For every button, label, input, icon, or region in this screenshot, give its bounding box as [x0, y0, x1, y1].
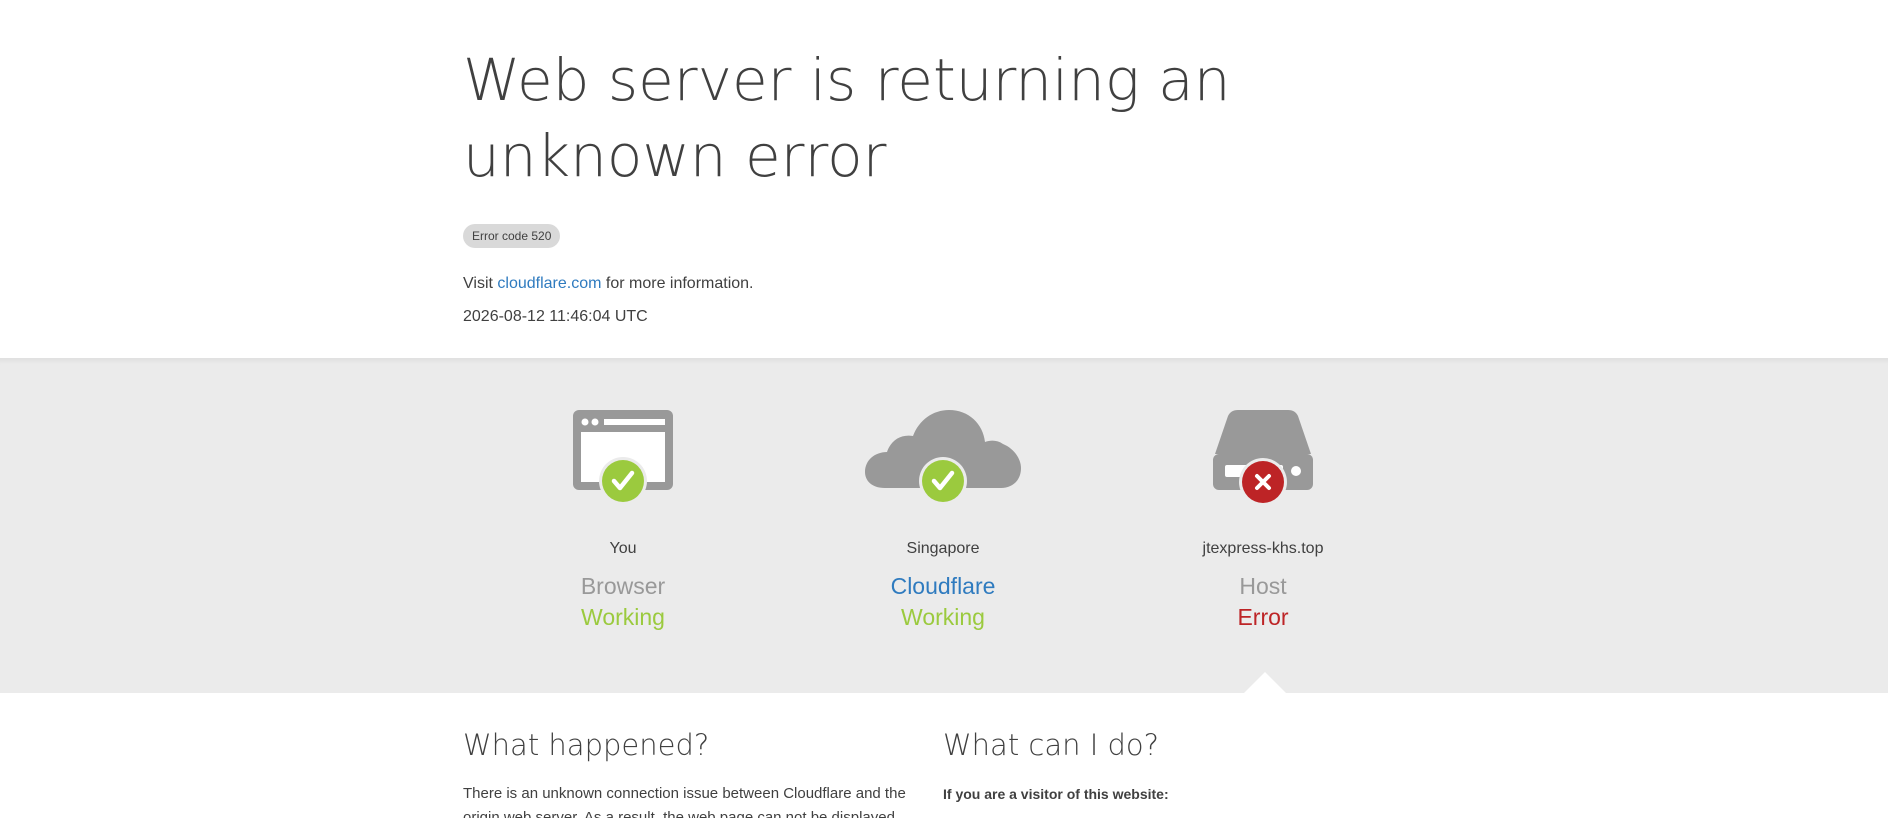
explanation-section: What happened? There is an unknown conne…: [0, 693, 1888, 818]
state-cloudflare: Working: [901, 604, 985, 630]
location-singapore: Singapore: [906, 540, 980, 557]
visit-info: Visit cloudflare.com for more informatio…: [463, 273, 754, 295]
state-host: Error: [1237, 604, 1289, 630]
what-happened-body: There is an unknown connection issue bet…: [463, 785, 906, 818]
cloudflare-link[interactable]: cloudflare.com: [497, 275, 601, 292]
error-pointer: [1243, 672, 1287, 694]
browser-icon: [463, 410, 783, 522]
role-browser: Browser: [580, 573, 666, 599]
cloud-icon: [783, 410, 1103, 522]
page-title: Web server is returning an unknown error: [463, 46, 1231, 190]
visitor-heading: If you are a visitor of this website:: [943, 786, 1169, 802]
role-cloudflare[interactable]: Cloudflare: [783, 571, 1103, 601]
error-header: Web server is returning an unknown error…: [0, 0, 1888, 358]
check-icon: [599, 457, 647, 505]
timestamp: 2026-08-12 11:46:04 UTC: [463, 308, 648, 325]
visit-suffix: for more information.: [605, 275, 754, 292]
visit-prefix: Visit: [463, 275, 493, 292]
location-you: You: [609, 540, 637, 557]
server-icon: [1103, 410, 1423, 522]
state-browser: Working: [581, 604, 665, 630]
what-happened-title: What happened?: [463, 728, 710, 762]
x-icon: [1239, 458, 1287, 506]
error-code-badge: Error code 520: [463, 224, 561, 248]
check-icon: [919, 457, 967, 505]
location-host: jtexpress-khs.top: [1202, 540, 1324, 557]
what-can-i-do-title: What can I do?: [943, 728, 1160, 762]
role-host: Host: [1239, 573, 1287, 599]
status-band: You Browser Working Singapore Cloudflare…: [0, 358, 1888, 693]
